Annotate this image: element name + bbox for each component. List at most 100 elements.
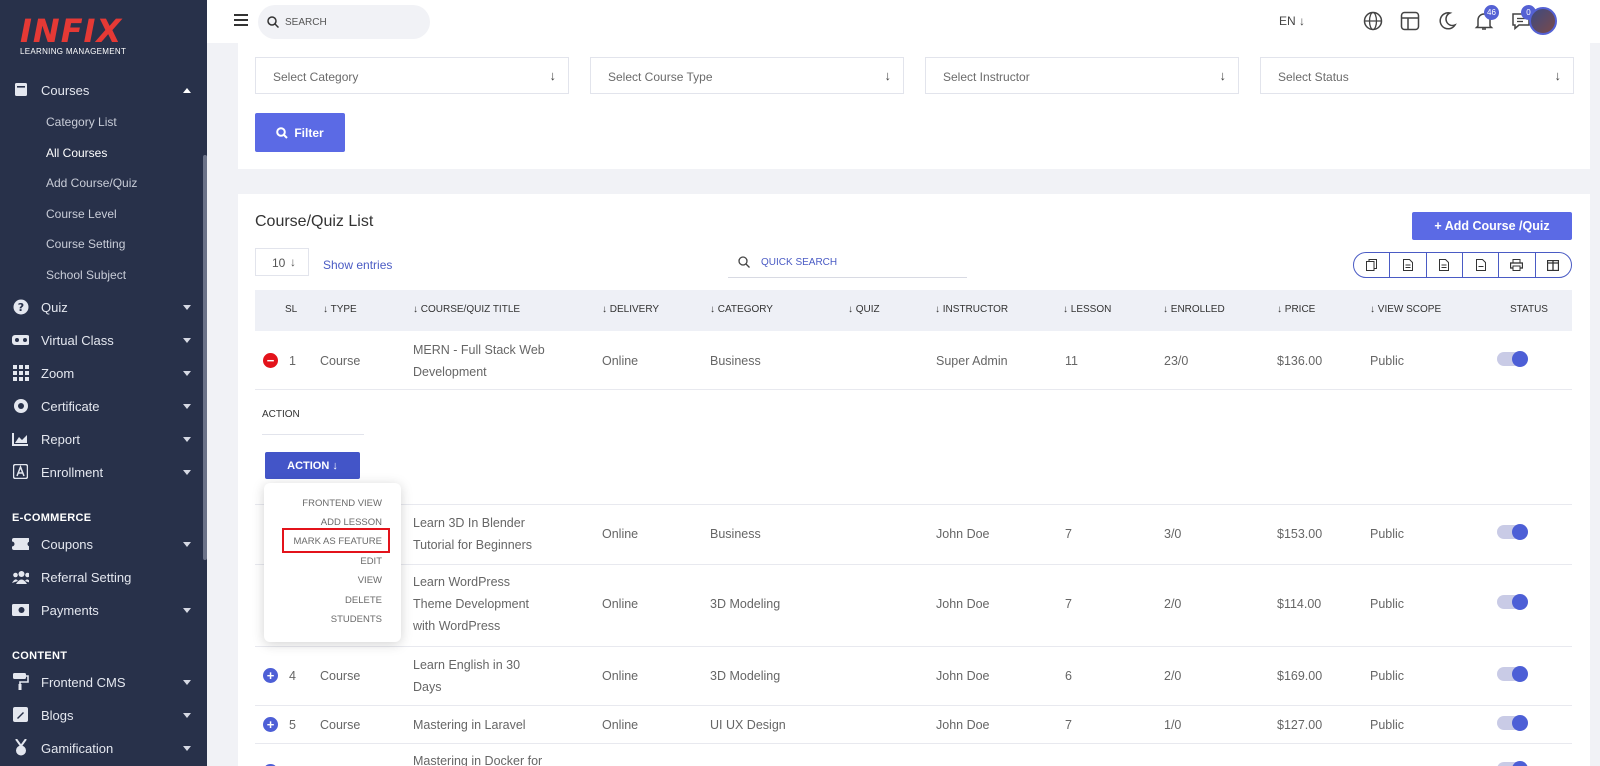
sidebar-item-frontend-cms[interactable]: Frontend CMS <box>0 668 207 696</box>
status-toggle[interactable] <box>1497 715 1528 731</box>
sidebar-subitem-all-courses[interactable]: All Courses <box>46 146 107 160</box>
sidebar-item-label: Blogs <box>41 707 74 723</box>
sidebar-item-zoom[interactable]: Zoom <box>0 359 207 387</box>
collapse-row-icon[interactable]: − <box>263 353 278 368</box>
excel-icon[interactable] <box>1427 253 1463 277</box>
row-price: $127.00 <box>1277 718 1323 732</box>
copy-icon[interactable] <box>1354 253 1391 277</box>
search-placeholder: SEARCH <box>285 17 327 28</box>
chevron-down-icon <box>183 680 191 685</box>
sidebar-subitem-course-setting[interactable]: Course Setting <box>46 237 125 251</box>
status-toggle[interactable] <box>1497 594 1528 610</box>
status-toggle[interactable] <box>1497 666 1528 682</box>
col-instructor[interactable]: ↓ INSTRUCTOR <box>935 304 1008 315</box>
row-category: Business <box>710 527 761 541</box>
row-delivery: Online <box>602 354 639 368</box>
status-toggle[interactable] <box>1497 351 1528 367</box>
globe-icon[interactable] <box>1363 11 1385 33</box>
menu-item-frontend-view[interactable]: FRONTEND VIEW <box>302 498 382 509</box>
sidebar-item-payments[interactable]: Payments <box>0 596 207 624</box>
sidebar-item-coupons[interactable]: Coupons <box>0 530 207 558</box>
moon-icon[interactable] <box>1437 11 1459 33</box>
enrollment-icon <box>12 463 29 480</box>
add-course-button[interactable]: + Add Course /Quiz <box>1412 212 1572 240</box>
logo[interactable]: INFIX LEARNING MANAGEMENT <box>20 15 140 60</box>
col-price[interactable]: ↓ PRICE <box>1277 304 1315 315</box>
menu-item-view[interactable]: VIEW <box>358 575 382 586</box>
expand-row-icon[interactable]: + <box>263 668 278 683</box>
chevron-down-icon <box>183 371 191 376</box>
show-entries-label: Show entries <box>323 258 393 272</box>
row-enrolled: 3/0 <box>1164 527 1182 541</box>
sidebar-subitem-course-level[interactable]: Course Level <box>46 207 117 221</box>
search-input[interactable]: SEARCH <box>258 5 430 39</box>
col-category[interactable]: ↓ CATEGORY <box>710 304 773 315</box>
status-select[interactable]: Select Status ↓ <box>1260 57 1574 94</box>
filter-button[interactable]: Filter <box>255 113 345 152</box>
bell-icon[interactable]: 46 <box>1474 5 1499 33</box>
category-select[interactable]: Select Category ↓ <box>255 57 569 94</box>
sidebar-subitem-category-list[interactable]: Category List <box>46 115 117 129</box>
sidebar-subitem-school-subject[interactable]: School Subject <box>46 268 126 282</box>
col-status[interactable]: STATUS <box>1510 304 1548 315</box>
col-type[interactable]: ↓ TYPE <box>323 304 357 315</box>
col-delivery[interactable]: ↓ DELIVERY <box>602 304 659 315</box>
avatar[interactable] <box>1529 7 1557 35</box>
sidebar-item-quiz[interactable]: ? Quiz <box>0 293 207 321</box>
pdf-icon[interactable] <box>1463 253 1500 277</box>
col-title[interactable]: ↓ COURSE/QUIZ TITLE <box>413 304 520 315</box>
menu-item-add-lesson[interactable]: ADD LESSON <box>321 517 382 528</box>
action-button[interactable]: ACTION ↓ <box>265 452 360 479</box>
sidebar-item-label: Courses <box>41 82 90 98</box>
row-title-cont: with WordPress <box>413 619 501 633</box>
hamburger-menu-icon[interactable] <box>234 14 248 26</box>
chevron-down-icon <box>183 404 191 409</box>
col-lesson[interactable]: ↓ LESSON <box>1063 304 1111 315</box>
layout-icon[interactable] <box>1400 11 1422 33</box>
row-divider <box>255 504 1572 505</box>
sidebar-subitem-add-course[interactable]: Add Course/Quiz <box>46 176 137 190</box>
sidebar-item-blogs[interactable]: Blogs <box>0 701 207 729</box>
menu-item-delete[interactable]: DELETE <box>345 595 382 606</box>
language-select[interactable]: EN ↓ <box>1279 14 1305 28</box>
expand-row-icon[interactable]: + <box>263 717 278 732</box>
col-sl[interactable]: SL <box>285 304 297 315</box>
sidebar-item-virtual-class[interactable]: Virtual Class <box>0 326 207 354</box>
row-delivery: Online <box>602 669 639 683</box>
sidebar-scrollbar[interactable] <box>203 155 207 560</box>
select-placeholder: Select Category <box>273 70 359 84</box>
col-view-scope[interactable]: ↓ VIEW SCOPE <box>1370 304 1441 315</box>
menu-item-students[interactable]: STUDENTS <box>331 614 382 625</box>
instructor-select[interactable]: Select Instructor ↓ <box>925 57 1239 94</box>
row-lesson: 7 <box>1065 718 1072 732</box>
sidebar-item-courses[interactable]: Courses <box>0 76 207 104</box>
row-lesson: 6 <box>1065 669 1072 683</box>
col-enrolled[interactable]: ↓ ENROLLED <box>1163 304 1225 315</box>
columns-icon[interactable] <box>1536 253 1571 277</box>
sidebar-item-label: Payments <box>41 602 99 618</box>
sidebar-item-report[interactable]: Report <box>0 425 207 453</box>
col-quiz[interactable]: ↓ QUIZ <box>848 304 880 315</box>
print-icon[interactable] <box>1499 253 1536 277</box>
chevron-down-icon <box>183 608 191 613</box>
row-divider <box>255 743 1572 744</box>
sidebar-item-referral-setting[interactable]: Referral Setting <box>0 563 207 591</box>
action-divider <box>262 434 364 435</box>
status-toggle[interactable] <box>1497 761 1528 766</box>
vr-icon <box>12 331 29 348</box>
entries-value: 10 <box>272 256 286 270</box>
paint-roller-icon <box>12 673 29 690</box>
menu-item-edit[interactable]: EDIT <box>360 556 382 567</box>
entries-select[interactable]: 10 ↓ <box>255 248 309 276</box>
csv-icon[interactable] <box>1390 253 1427 277</box>
sidebar-item-label: Certificate <box>41 398 100 414</box>
sidebar-item-gamification[interactable]: Gamification <box>0 734 207 762</box>
sidebar-item-certificate[interactable]: Certificate <box>0 392 207 420</box>
row-price: $136.00 <box>1277 354 1323 368</box>
quick-search-input[interactable]: QUICK SEARCH <box>728 247 967 278</box>
status-toggle[interactable] <box>1497 524 1528 540</box>
course-type-select[interactable]: Select Course Type ↓ <box>590 57 904 94</box>
action-label: ACTION <box>262 409 300 420</box>
sidebar-item-enrollment[interactable]: Enrollment <box>0 458 207 486</box>
row-title: Learn 3D In Blender <box>413 516 525 530</box>
